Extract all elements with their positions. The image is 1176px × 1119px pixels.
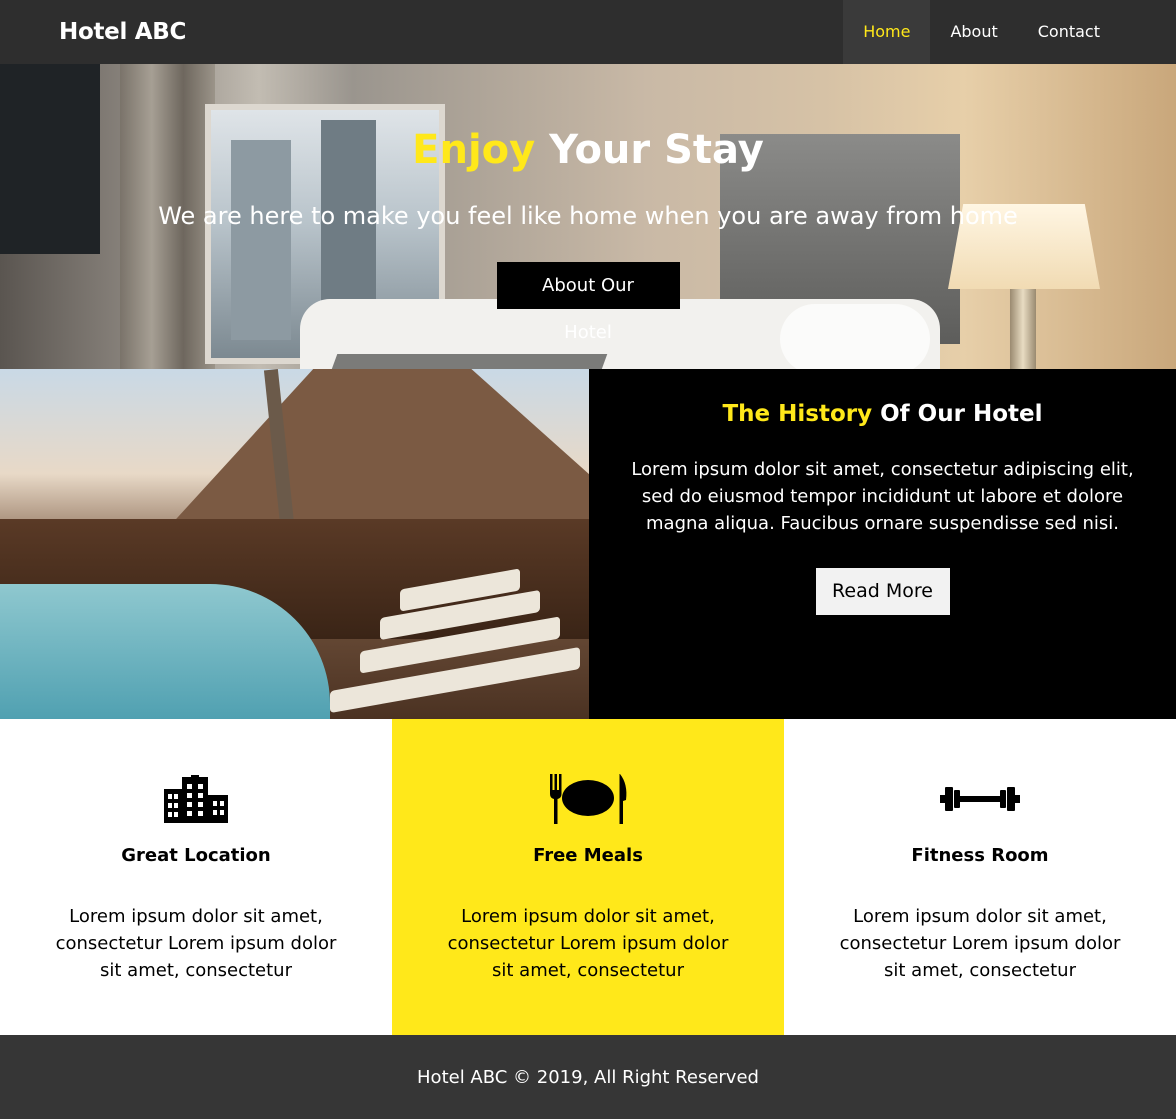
footer-copyright: Hotel ABC © 2019, All Right Reserved xyxy=(417,1067,759,1088)
history-info: The History Of Our Hotel Lorem ipsum dol… xyxy=(589,369,1176,719)
feature-text: Lorem ipsum dolor sit amet, consectetur … xyxy=(55,906,337,981)
nav-item-contact[interactable]: Contact xyxy=(1018,0,1120,64)
history-title-accent: The History xyxy=(722,401,873,427)
feature-text: Lorem ipsum dolor sit amet, consectetur … xyxy=(447,906,729,981)
read-more-button[interactable]: Read More xyxy=(815,568,950,615)
history-section: The History Of Our Hotel Lorem ipsum dol… xyxy=(0,369,1176,719)
utensils-icon xyxy=(392,774,784,824)
poolside-lodge-image xyxy=(0,369,589,719)
building-icon xyxy=(0,774,392,824)
main-menu: Home About Contact xyxy=(843,0,1176,64)
about-hotel-button[interactable]: About Our Hotel xyxy=(496,262,680,343)
hero-title-accent: Enjoy xyxy=(412,127,536,173)
feature-great-location: Great Location Lorem ipsum dolor sit ame… xyxy=(0,719,392,1035)
footer: Hotel ABC © 2019, All Right Reserved xyxy=(0,1035,1176,1119)
feature-free-meals: Free Meals Lorem ipsum dolor sit amet, c… xyxy=(392,719,784,1035)
brand-logo[interactable]: Hotel ABC xyxy=(59,0,186,64)
hero-content: Enjoy Your Stay We are here to make you … xyxy=(0,64,1176,343)
nav-item-about[interactable]: About xyxy=(930,0,1017,64)
feature-title: Great Location xyxy=(121,845,271,866)
dumbbell-icon xyxy=(784,774,1176,824)
hero-section: Enjoy Your Stay We are here to make you … xyxy=(0,64,1176,369)
feature-title: Free Meals xyxy=(533,845,643,866)
nav-item-home[interactable]: Home xyxy=(843,0,931,64)
feature-text: Lorem ipsum dolor sit amet, consectetur … xyxy=(839,906,1121,981)
hero-title: Enjoy Your Stay xyxy=(0,126,1176,174)
feature-title: Fitness Room xyxy=(911,845,1049,866)
history-title: The History Of Our Hotel xyxy=(619,399,1146,429)
feature-fitness-room: Fitness Room Lorem ipsum dolor sit amet,… xyxy=(784,719,1176,1035)
navbar: Hotel ABC Home About Contact xyxy=(0,0,1176,64)
features-section: Great Location Lorem ipsum dolor sit ame… xyxy=(0,719,1176,1035)
hero-subtitle: We are here to make you feel like home w… xyxy=(158,202,1018,230)
history-text: Lorem ipsum dolor sit amet, consectetur … xyxy=(631,459,1134,534)
hero-title-rest: Your Stay xyxy=(535,127,764,173)
history-title-rest: Of Our Hotel xyxy=(872,401,1043,427)
